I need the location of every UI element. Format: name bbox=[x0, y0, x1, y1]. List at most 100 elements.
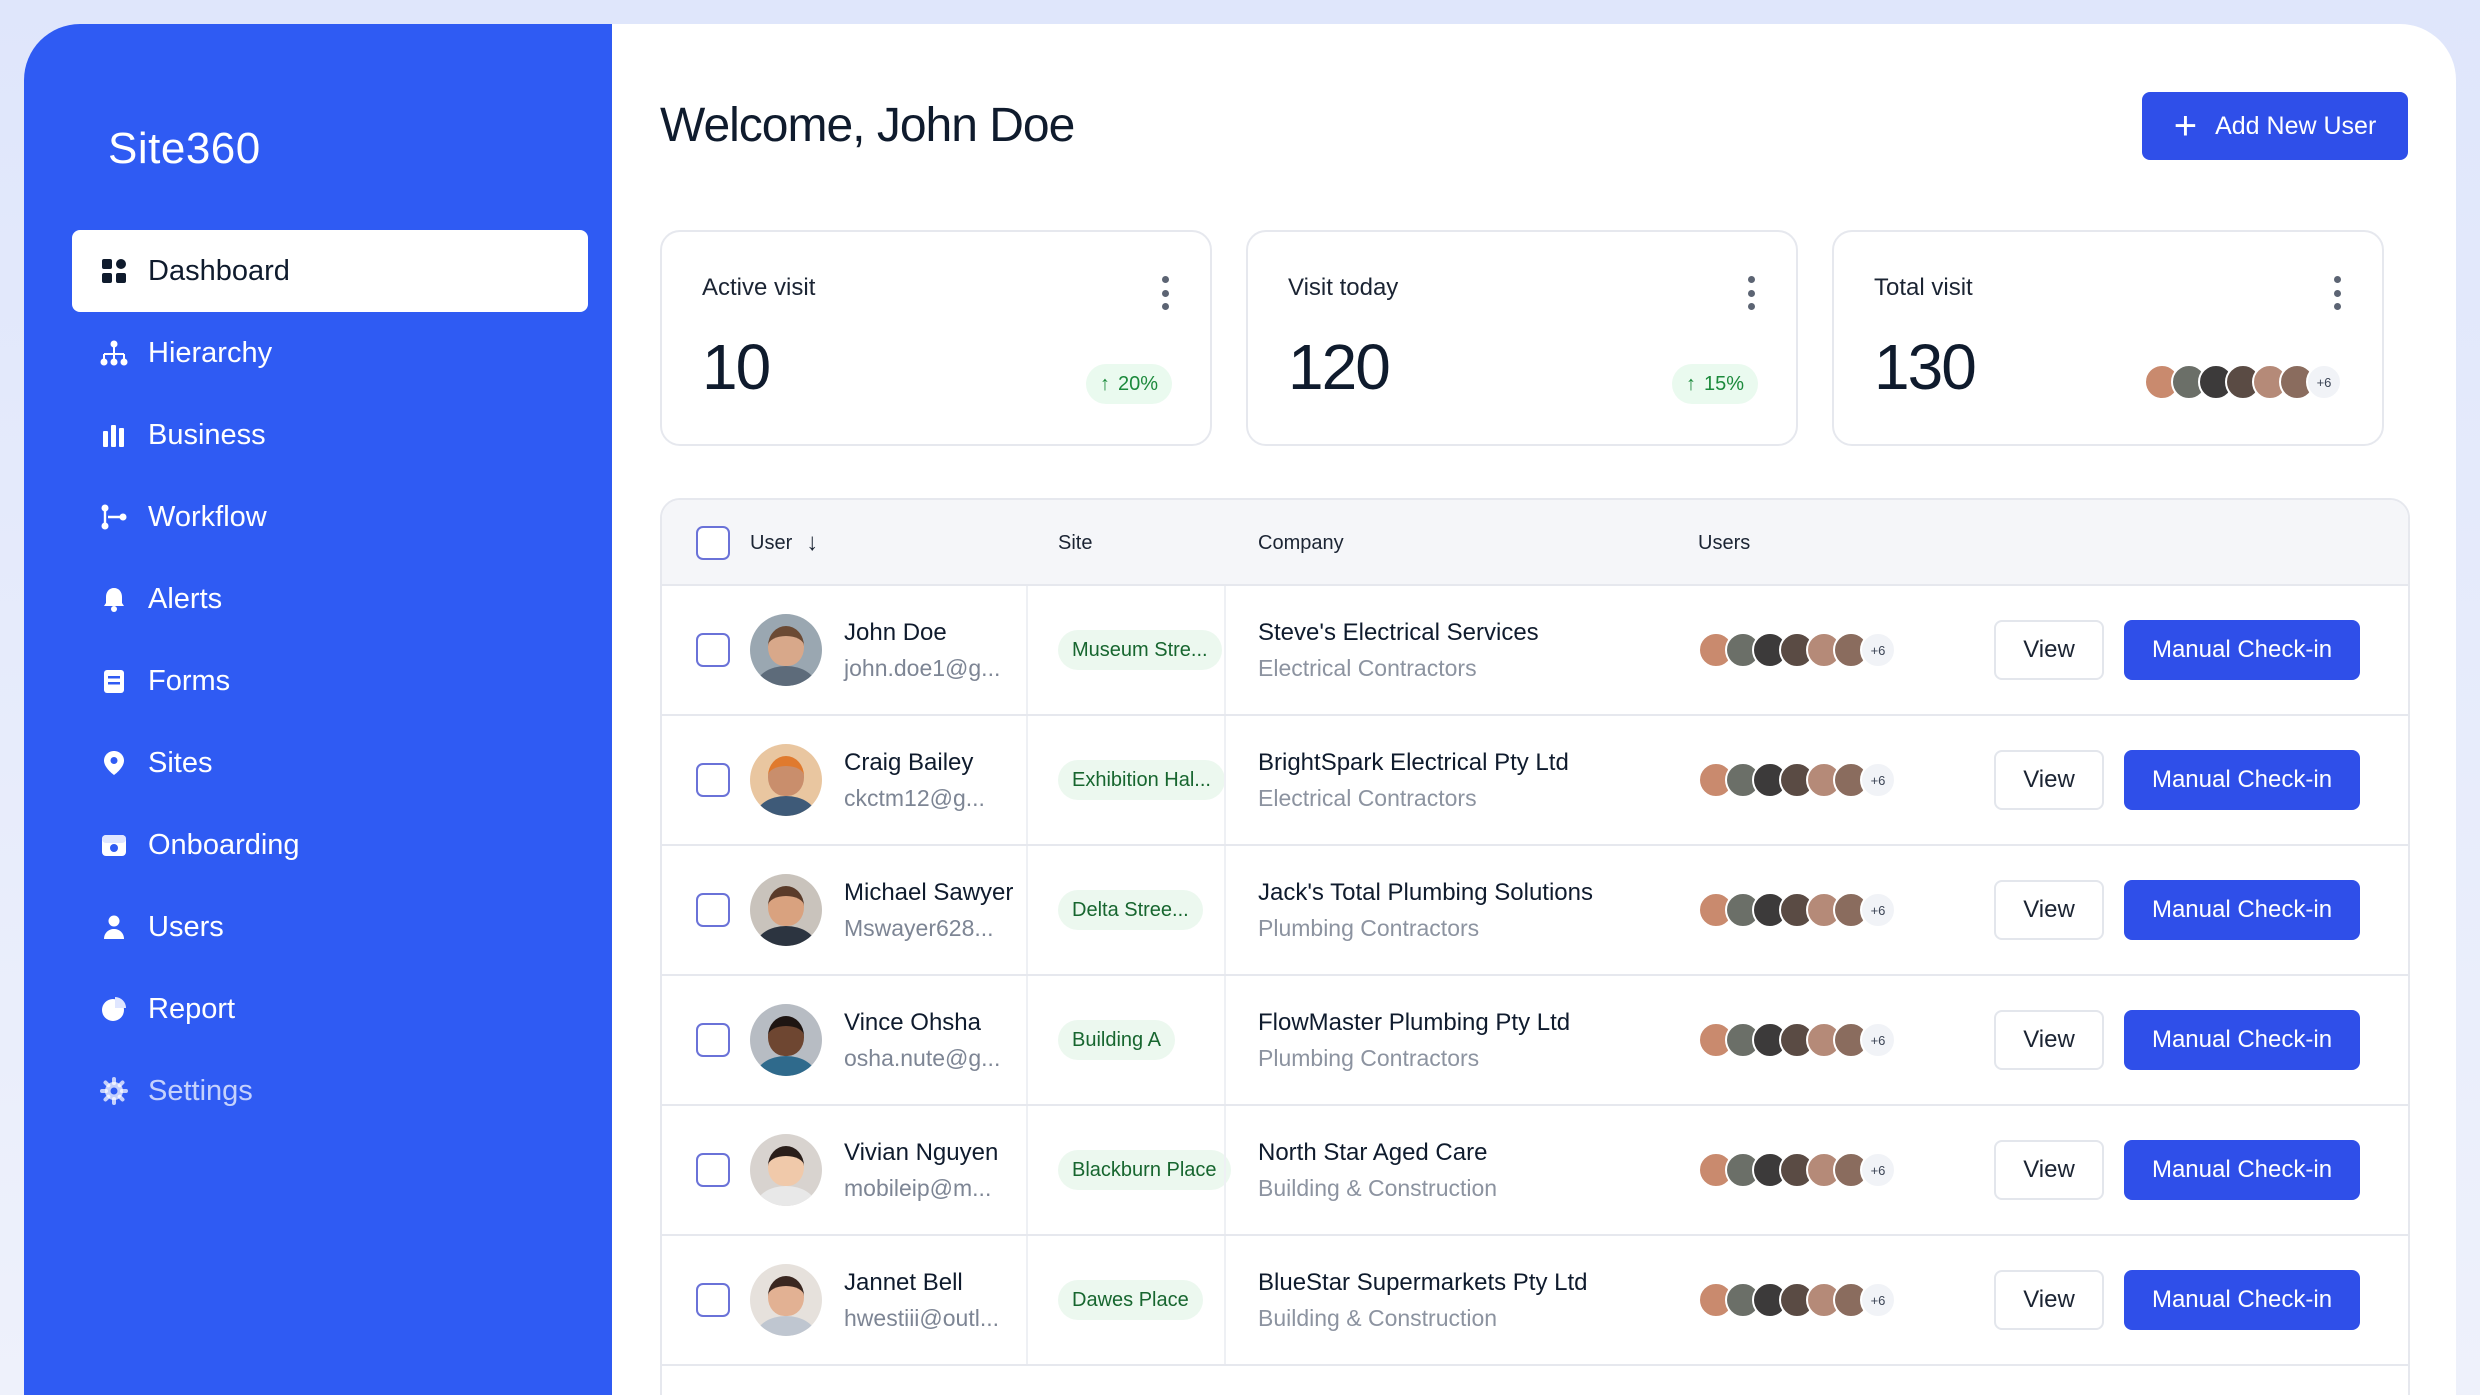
company-name: FlowMaster Plumbing Pty Ltd bbox=[1258, 1008, 1571, 1036]
table-row: Craig Bailey ckctm12@g... Exhibition Hal… bbox=[662, 716, 2408, 846]
avatar-more-count: +6 bbox=[1860, 1152, 1896, 1188]
sidebar-item-alerts[interactable]: Alerts bbox=[72, 558, 588, 640]
view-button[interactable]: View bbox=[1994, 1010, 2104, 1070]
row-checkbox[interactable] bbox=[696, 1023, 730, 1057]
manual-check-in-button[interactable]: Manual Check-in bbox=[2124, 880, 2360, 940]
user-name: Jannet Bell bbox=[844, 1268, 963, 1296]
site-badge: Museum Stre... bbox=[1058, 630, 1222, 670]
user-cell: Craig Bailey ckctm12@g... bbox=[750, 716, 985, 844]
more-vertical-icon[interactable] bbox=[1746, 276, 1756, 310]
view-button[interactable]: View bbox=[1994, 1270, 2104, 1330]
app-window: Site360 Dashboard Hierarchy Business Wor… bbox=[24, 24, 2456, 1395]
location-pin-icon bbox=[100, 749, 128, 777]
sidebar-item-onboarding[interactable]: Onboarding bbox=[72, 804, 588, 886]
add-new-user-button[interactable]: + Add New User bbox=[2142, 92, 2408, 160]
view-button[interactable]: View bbox=[1994, 620, 2104, 680]
stat-title: Visit today bbox=[1288, 274, 1399, 301]
company-type: Building & Construction bbox=[1258, 1174, 1498, 1201]
company-type: Plumbing Contractors bbox=[1258, 914, 1480, 941]
workflow-icon bbox=[100, 503, 128, 531]
user-name: Craig Bailey bbox=[844, 748, 974, 776]
row-checkbox[interactable] bbox=[696, 1283, 730, 1317]
bar-chart-icon bbox=[100, 421, 128, 449]
sidebar-item-business[interactable]: Business bbox=[72, 394, 588, 476]
sidebar-item-label: Business bbox=[148, 418, 266, 451]
sidebar-item-report[interactable]: Report bbox=[72, 968, 588, 1050]
users-cell: +6 bbox=[1698, 976, 1896, 1104]
sidebar-item-label: Workflow bbox=[148, 500, 267, 533]
column-user[interactable]: User ↓ bbox=[750, 500, 818, 586]
select-all-checkbox[interactable] bbox=[696, 526, 730, 560]
column-divider bbox=[1026, 976, 1028, 1104]
company-name: North Star Aged Care bbox=[1258, 1138, 1488, 1166]
more-vertical-icon[interactable] bbox=[1160, 276, 1170, 310]
view-button[interactable]: View bbox=[1994, 750, 2104, 810]
column-divider bbox=[1224, 716, 1226, 844]
row-checkbox[interactable] bbox=[696, 893, 730, 927]
user-name: Michael Sawyer bbox=[844, 878, 1014, 906]
manual-check-in-button[interactable]: Manual Check-in bbox=[2124, 620, 2360, 680]
row-checkbox[interactable] bbox=[696, 1153, 730, 1187]
stat-title: Total visit bbox=[1874, 274, 1973, 301]
company-name: Steve's Electrical Services bbox=[1258, 618, 1539, 646]
column-site: Site bbox=[1058, 531, 1093, 554]
row-select-cell bbox=[696, 586, 730, 714]
company-name: BrightSpark Electrical Pty Ltd bbox=[1258, 748, 1569, 776]
table-row: John Doe john.doe1@g... Museum Stre... S… bbox=[662, 586, 2408, 716]
avatar-stack: +6 bbox=[1698, 1022, 1896, 1058]
column-divider bbox=[1026, 1106, 1028, 1234]
avatar-more-count: +6 bbox=[1860, 892, 1896, 928]
row-select-cell bbox=[696, 716, 730, 844]
company-type: Plumbing Contractors bbox=[1258, 1044, 1480, 1071]
column-divider bbox=[1224, 976, 1226, 1104]
site-badge: Dawes Place bbox=[1058, 1280, 1203, 1320]
view-button[interactable]: View bbox=[1994, 880, 2104, 940]
view-cell: View bbox=[1994, 1106, 2104, 1234]
manual-check-in-button[interactable]: Manual Check-in bbox=[2124, 1270, 2360, 1330]
site-cell: Blackburn Place bbox=[1058, 1106, 1231, 1234]
manual-check-in-button[interactable]: Manual Check-in bbox=[2124, 1010, 2360, 1070]
site-cell: Building A bbox=[1058, 976, 1175, 1104]
table-row: Jannet Bell hwestiii@outl... Dawes Place… bbox=[662, 1236, 2408, 1366]
avatar-more-count: +6 bbox=[1860, 1282, 1896, 1318]
sidebar-item-forms[interactable]: Forms bbox=[72, 640, 588, 722]
avatar bbox=[750, 614, 822, 686]
avatar-stack: +6 bbox=[1698, 892, 1896, 928]
avatar bbox=[750, 874, 822, 946]
sidebar-item-label: Settings bbox=[148, 1074, 253, 1107]
pie-chart-icon bbox=[100, 995, 128, 1023]
manual-check-in-button[interactable]: Manual Check-in bbox=[2124, 750, 2360, 810]
user-cell: Vivian Nguyen mobileip@m... bbox=[750, 1106, 998, 1234]
view-button[interactable]: View bbox=[1994, 1140, 2104, 1200]
user-cell: Vince Ohsha osha.nute@g... bbox=[750, 976, 1000, 1104]
sidebar-item-hierarchy[interactable]: Hierarchy bbox=[72, 312, 588, 394]
sidebar-item-users[interactable]: Users bbox=[72, 886, 588, 968]
avatar bbox=[750, 1134, 822, 1206]
sidebar-item-sites[interactable]: Sites bbox=[72, 722, 588, 804]
table-row: Michael Sawyer Mswayer628... Delta Stree… bbox=[662, 846, 2408, 976]
row-select-cell bbox=[696, 1236, 730, 1364]
row-checkbox[interactable] bbox=[696, 633, 730, 667]
sidebar-item-workflow[interactable]: Workflow bbox=[72, 476, 588, 558]
arrow-up-icon: ↑ bbox=[1685, 372, 1696, 395]
row-checkbox[interactable] bbox=[696, 763, 730, 797]
column-divider bbox=[1224, 586, 1226, 714]
users-cell: +6 bbox=[1698, 1236, 1896, 1364]
logo-text: Site360 bbox=[108, 124, 261, 173]
sidebar-item-dashboard[interactable]: Dashboard bbox=[72, 230, 588, 312]
trend-value: 20% bbox=[1117, 372, 1158, 395]
company-type: Electrical Contractors bbox=[1258, 784, 1477, 811]
site-badge: Building A bbox=[1058, 1020, 1175, 1060]
more-vertical-icon[interactable] bbox=[2332, 276, 2342, 310]
table-header: User ↓ Site Company Users bbox=[662, 500, 2408, 586]
logo: Site360 bbox=[108, 124, 261, 174]
sidebar-item-settings[interactable]: Settings bbox=[72, 1050, 588, 1132]
manual-check-in-button[interactable]: Manual Check-in bbox=[2124, 1140, 2360, 1200]
company-cell: Jack's Total Plumbing Solutions Plumbing… bbox=[1258, 846, 1593, 974]
bell-icon bbox=[100, 585, 128, 613]
site-cell: Museum Stre... bbox=[1058, 586, 1222, 714]
site-cell: Dawes Place bbox=[1058, 1236, 1203, 1364]
user-name: Vivian Nguyen bbox=[844, 1138, 999, 1166]
page-title: Welcome, John Doe bbox=[660, 99, 1075, 152]
table-row: Vivian Nguyen mobileip@m... Blackburn Pl… bbox=[662, 1106, 2408, 1236]
